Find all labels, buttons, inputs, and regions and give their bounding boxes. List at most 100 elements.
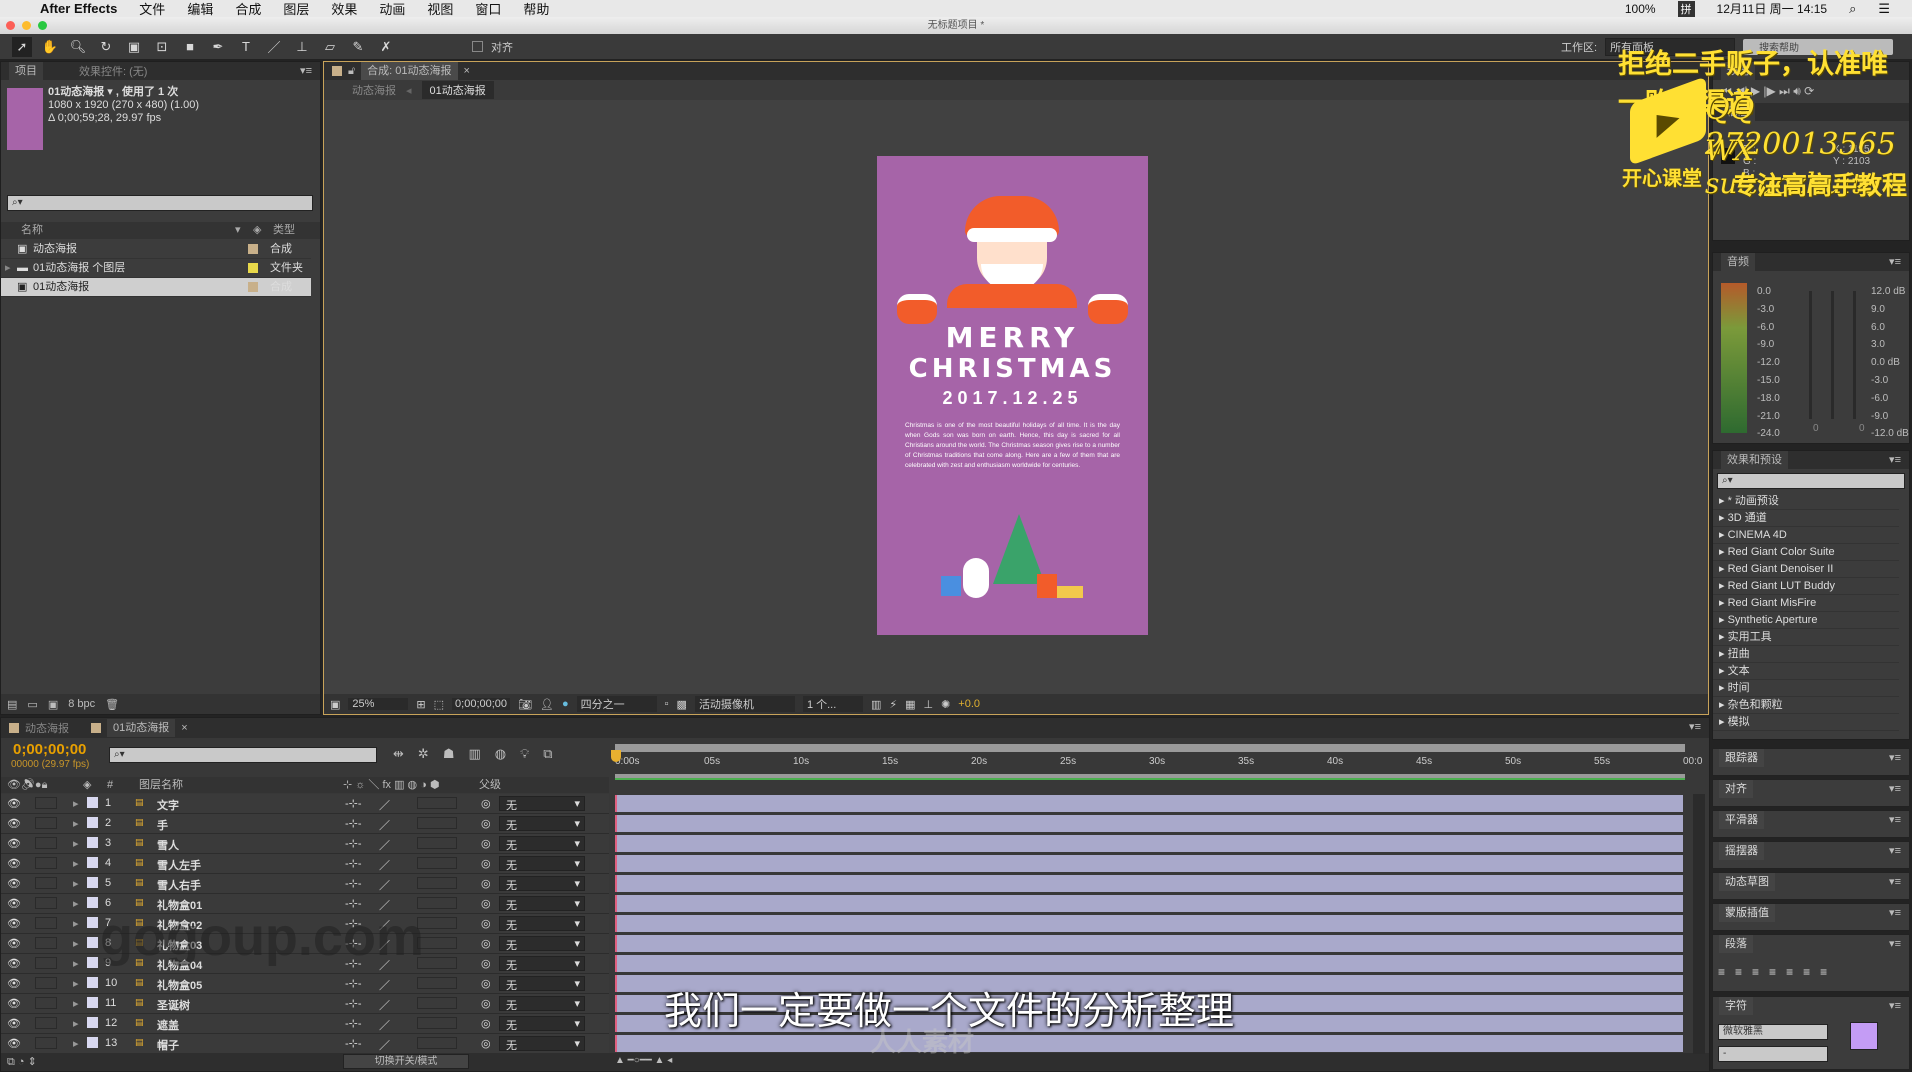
layer-row[interactable]: 👁︎ ▸ 4 ▤ 雪人左手 -⊹- ／ ◎ 无 ▾: [1, 854, 609, 874]
quality-switch-icon[interactable]: ／: [379, 877, 390, 893]
layer-switches[interactable]: [417, 857, 457, 869]
layer-name[interactable]: 手: [157, 817, 168, 833]
brush-tool-icon[interactable]: ／: [264, 37, 284, 57]
expand-arrow-icon[interactable]: ▸: [73, 877, 79, 890]
layer-switches[interactable]: [417, 837, 457, 849]
pick-whip-icon[interactable]: ◎: [481, 1017, 491, 1030]
current-time-field[interactable]: 0;00;00;00: [452, 698, 511, 710]
solo-lock-switches[interactable]: [35, 897, 57, 909]
visibility-eye-icon[interactable]: 👁︎: [7, 1037, 21, 1050]
clone-stamp-tool-icon[interactable]: ⊥: [292, 37, 312, 57]
layer-name[interactable]: 雪人左手: [157, 857, 201, 873]
effect-category[interactable]: ▸ 杂色和颗粒: [1713, 697, 1899, 714]
pick-whip-icon[interactable]: ◎: [481, 977, 491, 990]
layer-name[interactable]: 遮盖: [157, 1017, 179, 1033]
tab-effect-controls[interactable]: 效果控件: (无): [79, 63, 147, 79]
layer-duration-bar[interactable]: [615, 895, 1683, 912]
shy-switch-icon[interactable]: -⊹-: [345, 837, 362, 850]
brainstorm-icon[interactable]: 💡︎: [520, 746, 529, 762]
layer-switches[interactable]: [417, 1017, 457, 1029]
expand-arrow-icon[interactable]: ▸: [73, 937, 79, 950]
toggle-switches-modes-button[interactable]: 切换开关/模式: [343, 1054, 469, 1069]
parent-select[interactable]: 无 ▾: [499, 816, 585, 832]
label-color-swatch[interactable]: [87, 817, 98, 828]
col-layer-name[interactable]: 图层名称: [139, 777, 183, 793]
timeline-search-input[interactable]: ⌕▾: [109, 747, 377, 763]
expand-arrow-icon[interactable]: ▸: [1719, 665, 1728, 677]
col-parent[interactable]: 父级: [479, 777, 501, 793]
menu-file[interactable]: 文件: [139, 0, 165, 18]
effect-category[interactable]: ▸ 扭曲: [1713, 646, 1899, 663]
shy-switch-icon[interactable]: -⊹-: [345, 797, 362, 810]
layer-row[interactable]: 👁︎ ▸ 10 ▤ 礼物盒05 -⊹- ／ ◎ 无 ▾: [1, 974, 609, 994]
interpret-footage-icon[interactable]: ▤: [7, 698, 17, 711]
expand-arrow-icon[interactable]: ▸: [1719, 699, 1728, 711]
quality-switch-icon[interactable]: ／: [379, 837, 390, 853]
panel-tab[interactable]: 对齐: [1719, 780, 1753, 798]
minimize-window-button[interactable]: [22, 21, 31, 30]
pick-whip-icon[interactable]: ◎: [481, 817, 491, 830]
audio-slider-left[interactable]: [1809, 291, 1812, 419]
panel-menu-icon[interactable]: ▾≡: [1889, 875, 1901, 888]
expand-arrow-icon[interactable]: ▸: [73, 897, 79, 910]
shy-switch-icon[interactable]: -⊹-: [345, 997, 362, 1010]
expand-arrow-icon[interactable]: ▸: [73, 817, 79, 830]
expand-arrow-icon[interactable]: ▸: [1719, 580, 1728, 592]
layer-row[interactable]: 👁︎ ▸ 3 ▤ 雪人 -⊹- ／ ◎ 无 ▾: [1, 834, 609, 854]
effect-category[interactable]: ▸ CINEMA 4D: [1713, 527, 1899, 544]
hand-tool-icon[interactable]: ✋: [40, 37, 60, 57]
lock-icon[interactable]: 🔓︎: [348, 65, 355, 78]
justify-last-left-icon[interactable]: ≡: [1769, 965, 1776, 979]
quality-switch-icon[interactable]: ／: [379, 817, 390, 833]
search-icon[interactable]: ⌕: [1849, 1, 1856, 17]
layer-duration-bar[interactable]: [615, 815, 1683, 832]
audio-slider-master[interactable]: [1831, 291, 1834, 419]
layer-row[interactable]: 👁︎ ▸ 2 ▤ 手 -⊹- ／ ◎ 无 ▾: [1, 814, 609, 834]
layer-switches[interactable]: [417, 817, 457, 829]
pick-whip-icon[interactable]: ◎: [481, 957, 491, 970]
pick-whip-icon[interactable]: ◎: [481, 897, 491, 910]
pick-whip-icon[interactable]: ◎: [481, 797, 491, 810]
label-color-swatch[interactable]: [87, 937, 98, 948]
layer-duration-bar[interactable]: [615, 795, 1683, 812]
visibility-eye-icon[interactable]: 👁︎: [7, 937, 21, 950]
tab-audio[interactable]: 音频: [1721, 253, 1755, 271]
tab-timeline-comp[interactable]: 动态海报: [25, 720, 69, 736]
menu-app[interactable]: After Effects: [40, 1, 117, 16]
panel-tab[interactable]: 段落: [1719, 935, 1753, 953]
pick-whip-icon[interactable]: ◎: [481, 857, 491, 870]
effect-category[interactable]: ▸ Red Giant Denoiser II: [1713, 561, 1899, 578]
layer-name[interactable]: 雪人右手: [157, 877, 201, 893]
shy-switch-icon[interactable]: -⊹-: [345, 977, 362, 990]
expand-arrow-icon[interactable]: ▸: [73, 957, 79, 970]
tab-effects-presets[interactable]: 效果和预设: [1721, 451, 1788, 469]
graph-editor-icon[interactable]: ⧉: [543, 746, 552, 762]
layer-duration-bar[interactable]: [615, 915, 1683, 932]
justify-all-icon[interactable]: ≡: [1820, 965, 1827, 979]
menu-window[interactable]: 窗口: [475, 0, 501, 18]
layer-name[interactable]: 帽子: [157, 1037, 179, 1053]
expand-arrow-icon[interactable]: ▸: [73, 1037, 79, 1050]
resolution-select[interactable]: 四分之一: [576, 696, 657, 712]
shy-switch-icon[interactable]: -⊹-: [345, 1017, 362, 1030]
panel-menu-icon[interactable]: ▾≡: [1889, 453, 1901, 466]
expand-arrow-icon[interactable]: ▸: [1719, 682, 1728, 694]
expand-arrow-icon[interactable]: ▸: [73, 977, 79, 990]
parent-select[interactable]: 无 ▾: [499, 916, 585, 932]
visibility-eye-icon[interactable]: 👁︎: [7, 857, 21, 870]
views-select[interactable]: 1 个...: [802, 696, 863, 712]
project-item[interactable]: ▸ ▬ 01动态海报 个图层 文件夹: [1, 259, 311, 278]
time-navigator[interactable]: [615, 774, 1685, 780]
quality-switch-icon[interactable]: ／: [379, 1037, 390, 1053]
visibility-eye-icon[interactable]: 👁︎: [7, 797, 21, 810]
zoom-window-button[interactable]: [38, 21, 47, 30]
quality-switch-icon[interactable]: ／: [379, 797, 390, 813]
exposure-value[interactable]: +0.0: [958, 698, 980, 710]
menu-view[interactable]: 视图: [427, 0, 453, 18]
font-family-select[interactable]: 微软雅黑: [1718, 1024, 1828, 1040]
effect-category[interactable]: ▸ 实用工具: [1713, 629, 1899, 646]
layer-row[interactable]: 👁︎ ▸ 12 ▤ 遮盖 -⊹- ／ ◎ 无 ▾: [1, 1014, 609, 1034]
align-left-icon[interactable]: ≡: [1718, 965, 1725, 979]
expand-arrow-icon[interactable]: ▸: [73, 857, 79, 870]
rectangle-tool-icon[interactable]: ■: [180, 37, 200, 57]
